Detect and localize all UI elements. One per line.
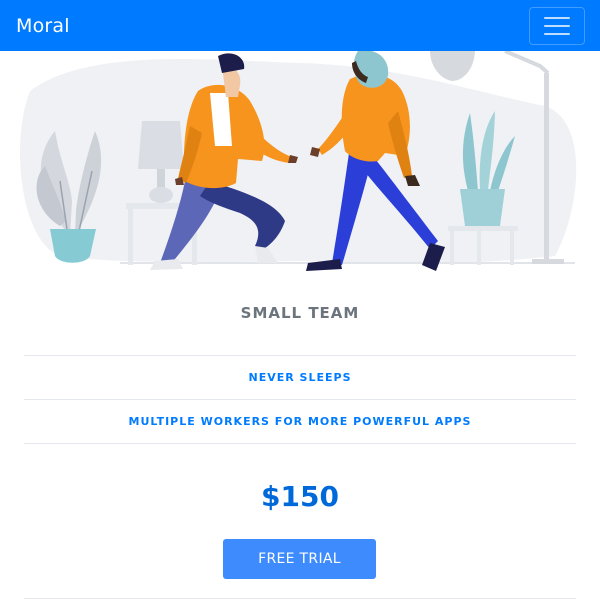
divider xyxy=(24,355,576,356)
plan-title: SMALL TEAM xyxy=(240,304,360,322)
top-navbar: Moral xyxy=(0,0,600,51)
hamburger-menu-icon xyxy=(544,25,570,27)
free-trial-button[interactable]: FREE TRIAL xyxy=(223,539,376,579)
hero-illustration xyxy=(0,49,600,281)
feature-item: MULTIPLE WORKERS FOR MORE POWERFUL APPS xyxy=(128,415,472,428)
divider xyxy=(24,399,576,400)
plan-price: $150 xyxy=(261,480,339,513)
hamburger-menu-icon xyxy=(544,17,570,19)
people-illustration xyxy=(20,49,577,271)
hamburger-menu-icon xyxy=(544,33,570,35)
feature-item: NEVER SLEEPS xyxy=(248,371,352,384)
menu-toggle-button[interactable] xyxy=(529,7,585,45)
divider xyxy=(24,598,576,599)
brand-logo[interactable]: Moral xyxy=(16,15,70,37)
divider xyxy=(24,443,576,444)
